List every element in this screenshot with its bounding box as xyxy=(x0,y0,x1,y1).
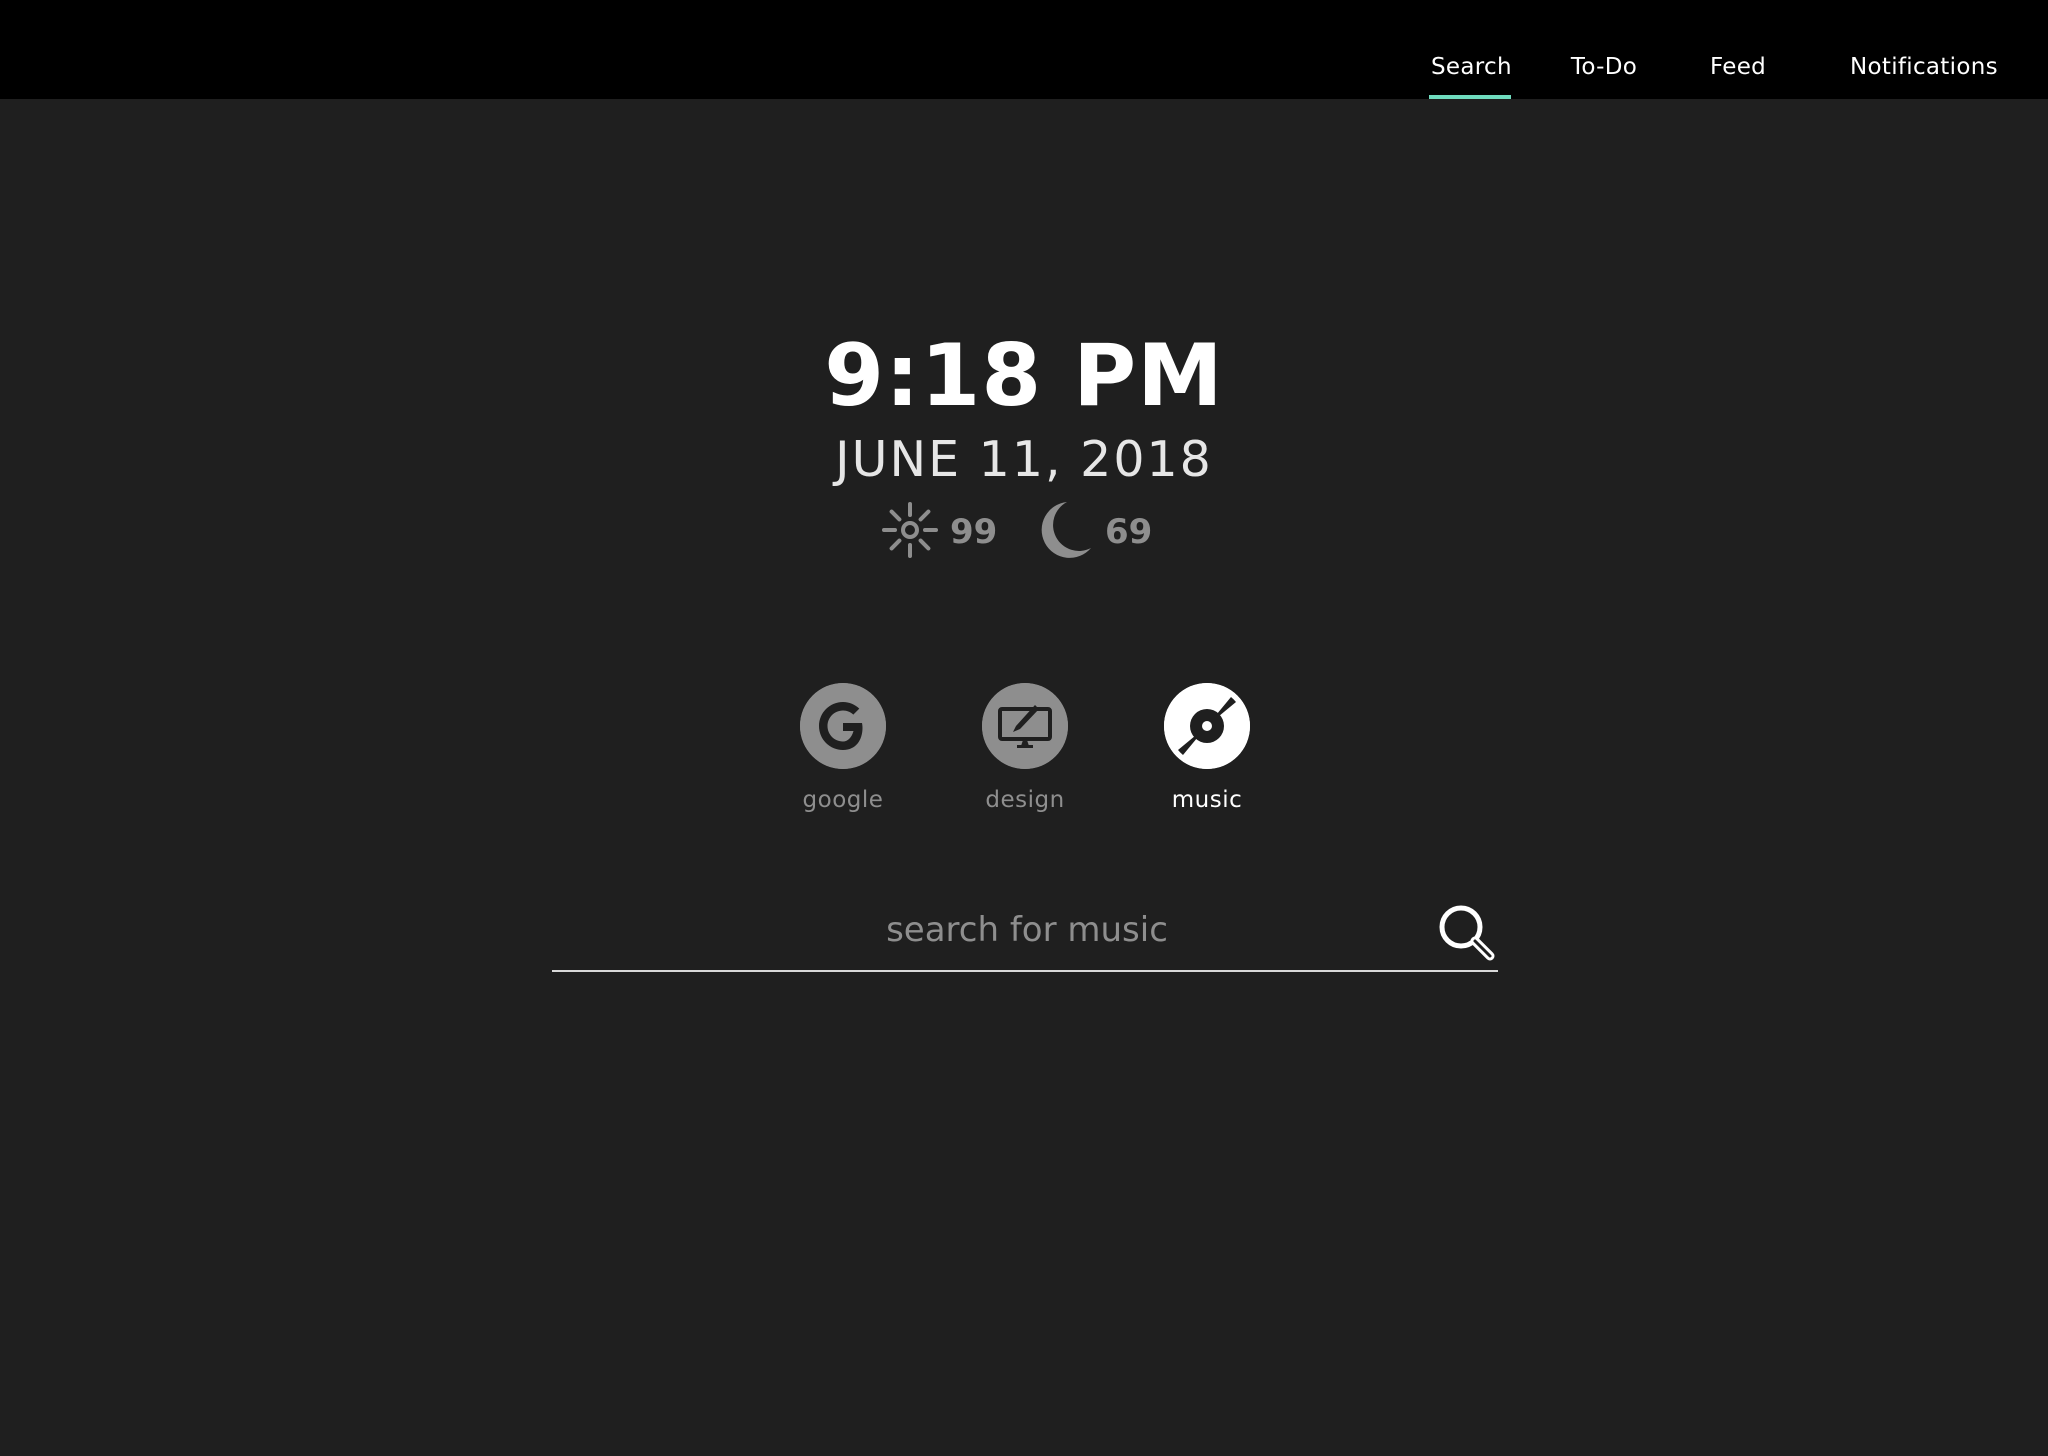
tab-feed[interactable]: Feed xyxy=(1710,54,1766,99)
design-monitor-icon xyxy=(982,683,1068,769)
clock-date: JUNE 11, 2018 xyxy=(835,431,1213,488)
engine-label-design: design xyxy=(985,787,1065,813)
search-input[interactable] xyxy=(605,890,1449,970)
search-bar xyxy=(552,890,1498,972)
moon-icon xyxy=(1037,500,1093,564)
weather-low: 69 xyxy=(1037,502,1152,562)
engine-label-music: music xyxy=(1171,787,1243,813)
tab-notifications[interactable]: Notifications xyxy=(1850,54,1998,99)
weather-high: 99 xyxy=(882,502,997,562)
engine-design[interactable]: design xyxy=(955,683,1095,813)
sun-icon xyxy=(882,502,938,562)
music-record-icon xyxy=(1164,683,1250,769)
search-icon[interactable] xyxy=(1436,902,1496,962)
engine-label-google: google xyxy=(802,787,884,813)
google-icon xyxy=(800,683,886,769)
clock-time: 9:18 PM xyxy=(824,326,1224,426)
tab-search[interactable]: Search xyxy=(1429,54,1512,99)
engine-google[interactable]: google xyxy=(773,683,913,813)
low-temperature: 69 xyxy=(1105,512,1153,552)
tab-todo[interactable]: To-Do xyxy=(1570,54,1638,99)
engine-music[interactable]: music xyxy=(1137,683,1277,813)
high-temperature: 99 xyxy=(950,512,998,552)
top-nav-bar: Search To-Do Feed Notifications xyxy=(0,0,2048,99)
